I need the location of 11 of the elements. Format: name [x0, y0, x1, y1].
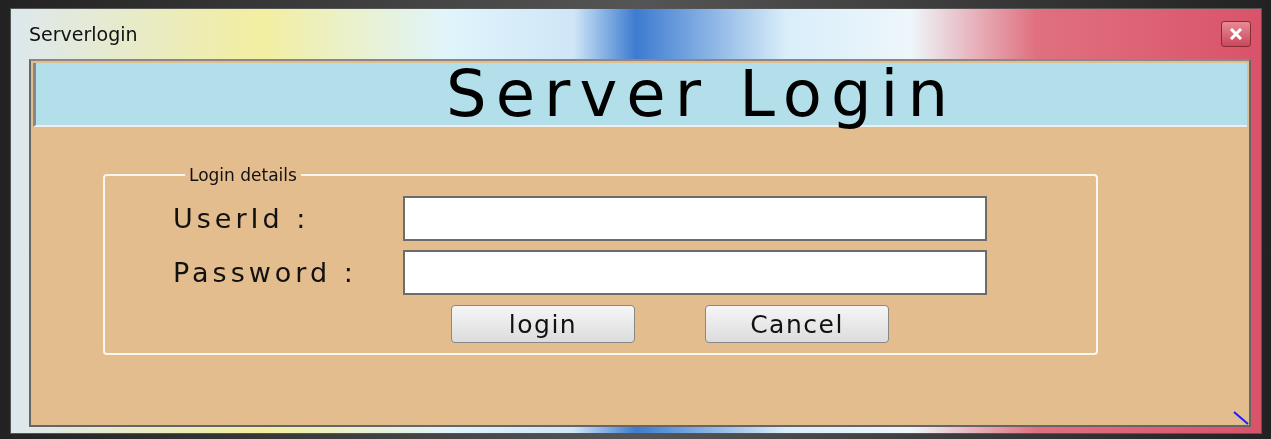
resize-grip-icon[interactable]	[1233, 411, 1249, 425]
input-field[interactable]	[403, 249, 987, 295]
close-icon	[1229, 28, 1243, 40]
login-button[interactable]: login	[451, 305, 635, 343]
input-field[interactable]	[403, 195, 987, 241]
field-label: UserId :	[173, 202, 311, 234]
window-title: Serverlogin	[29, 23, 138, 45]
field-label: Password :	[173, 256, 358, 288]
cancel-button[interactable]: Cancel	[705, 305, 889, 343]
close-button[interactable]	[1221, 21, 1251, 47]
group-legend: Login details	[185, 165, 301, 185]
